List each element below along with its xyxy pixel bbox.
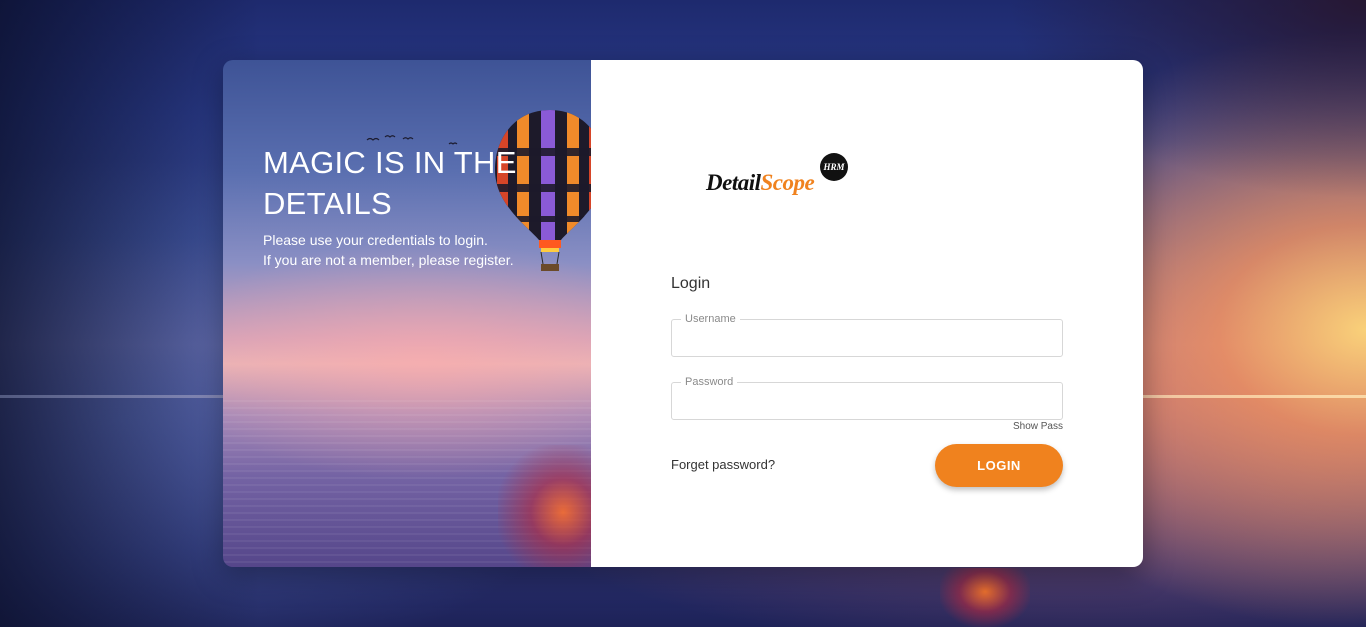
hero-balloon-reflection: [498, 445, 591, 567]
forget-password-link[interactable]: Forget password?: [671, 457, 775, 472]
logo-word-1: Detail: [706, 170, 761, 195]
show-password-toggle[interactable]: Show Pass: [1013, 421, 1063, 432]
username-field: Username: [671, 312, 1063, 357]
login-card: MAGIC IS IN THE DETAILS Please use your …: [223, 60, 1143, 567]
hero-panel: MAGIC IS IN THE DETAILS Please use your …: [223, 60, 605, 567]
hero-title: MAGIC IS IN THE DETAILS: [263, 145, 517, 221]
login-heading: Login: [671, 275, 711, 292]
logo-word-2: Scope: [760, 170, 815, 195]
password-label: Password: [681, 375, 738, 389]
hero-subtitle-line-1: Please use your credentials to login.: [263, 232, 488, 248]
logo-badge: HRM: [820, 153, 848, 181]
hero-subtitle-line-2: If you are not a member, please register…: [263, 252, 514, 268]
login-button[interactable]: LOGIN: [935, 444, 1063, 487]
company-logo: DetailScope HRM: [706, 152, 866, 202]
username-label: Username: [681, 312, 740, 326]
background-shade-left: [0, 0, 260, 627]
login-panel: DetailScope HRM Login Username Password …: [591, 60, 1143, 567]
background-reflection: [940, 568, 1030, 627]
password-field: Password: [671, 375, 1063, 420]
logo-wordmark: DetailScope: [706, 170, 815, 196]
